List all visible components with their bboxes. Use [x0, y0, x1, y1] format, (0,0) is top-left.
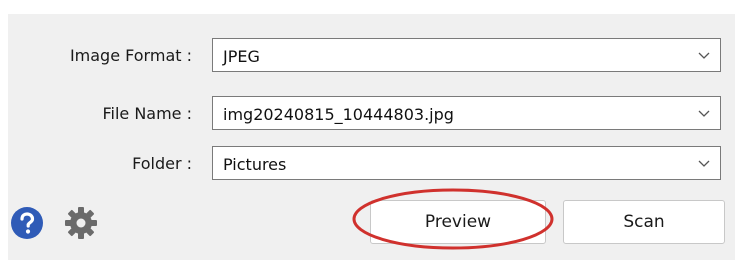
file-name-value: img20240815_10444803.jpg	[223, 105, 454, 124]
image-format-row: Image Format : JPEG	[0, 38, 727, 74]
chevron-down-icon	[698, 52, 710, 59]
folder-dropdown[interactable]: Pictures	[212, 146, 721, 180]
scan-button[interactable]: Scan	[563, 200, 725, 244]
image-format-label: Image Format :	[69, 46, 192, 65]
image-format-value: JPEG	[223, 47, 260, 66]
folder-label: Folder :	[132, 154, 192, 173]
settings-button[interactable]	[64, 206, 98, 240]
image-format-dropdown[interactable]: JPEG	[212, 38, 721, 72]
gear-icon	[65, 207, 97, 239]
chevron-down-icon	[698, 160, 710, 167]
preview-button[interactable]: Preview	[370, 200, 546, 244]
chevron-down-icon	[698, 110, 710, 117]
file-name-label: File Name :	[102, 104, 192, 123]
folder-value: Pictures	[223, 155, 287, 174]
file-name-row: File Name : img20240815_10444803.jpg	[0, 96, 727, 132]
help-button[interactable]	[10, 206, 44, 240]
folder-row: Folder : Pictures	[0, 146, 727, 182]
help-icon	[11, 207, 43, 239]
file-name-dropdown[interactable]: img20240815_10444803.jpg	[212, 96, 721, 130]
